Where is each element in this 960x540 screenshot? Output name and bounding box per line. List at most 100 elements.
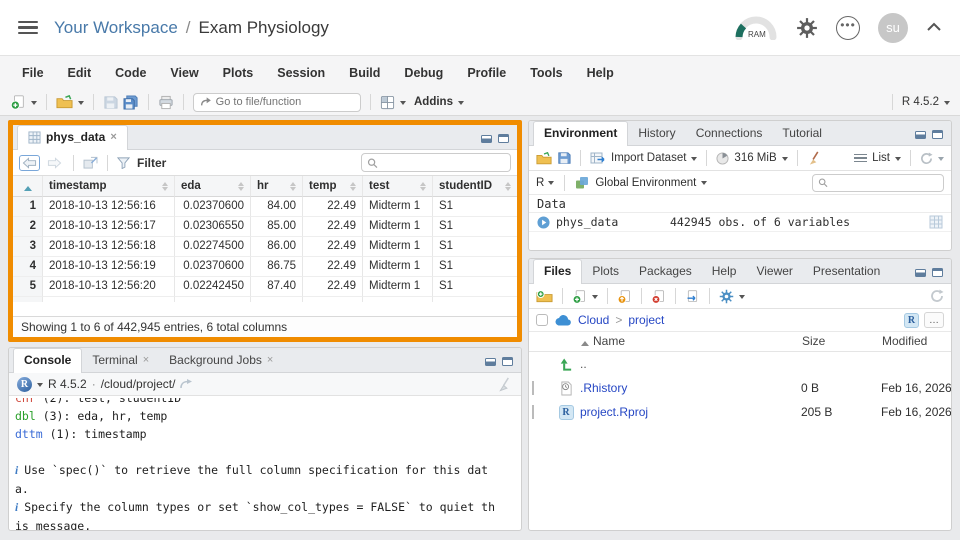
list-view-label[interactable]: List (872, 152, 890, 164)
save-workspace-icon[interactable] (557, 151, 571, 165)
refresh-files-icon[interactable] (930, 289, 944, 303)
list-view-caret[interactable] (895, 156, 901, 164)
menu-view[interactable]: View (170, 66, 198, 80)
close-tab-icon[interactable]: × (267, 354, 273, 366)
tab-terminal[interactable]: Terminal × (82, 349, 159, 372)
col-header-studentID[interactable]: studentID (433, 176, 517, 197)
table-row[interactable]: 1 2018-10-13 12:56:16 0.02370600 84.00 2… (13, 197, 517, 217)
menu-tools[interactable]: Tools (530, 66, 562, 80)
files-col-modified[interactable]: Modified (878, 334, 951, 348)
goto-file-input[interactable] (215, 96, 354, 108)
environment-search-input[interactable] (831, 176, 938, 189)
col-header-temp[interactable]: temp (303, 176, 363, 197)
close-tab-icon[interactable]: × (110, 131, 116, 143)
workspace-link[interactable]: Your Workspace (54, 18, 178, 38)
tab-background-jobs[interactable]: Background Jobs × (159, 349, 283, 372)
minimize-pane-icon[interactable] (485, 357, 496, 366)
panes-dropdown-caret[interactable] (400, 100, 406, 108)
upload-file-icon[interactable] (617, 289, 632, 304)
files-col-size[interactable]: Size (798, 334, 878, 348)
table-row[interactable]: 2 2018-10-13 12:56:17 0.02306550 85.00 2… (13, 217, 517, 237)
nav-forward-icon[interactable] (45, 156, 64, 170)
r-session-caret[interactable] (37, 382, 43, 390)
new-blank-file-icon[interactable] (572, 289, 587, 304)
table-row[interactable]: 3 2018-10-13 12:56:18 0.02274500 86.00 2… (13, 237, 517, 257)
menu-plots[interactable]: Plots (223, 66, 254, 80)
memory-usage-label[interactable]: 316 MiB (734, 152, 776, 164)
tab-connections[interactable]: Connections (686, 122, 773, 145)
menu-profile[interactable]: Profile (467, 66, 506, 80)
tab-environment[interactable]: Environment (533, 121, 629, 146)
copy-file-icon[interactable] (685, 289, 700, 304)
environment-object-row[interactable]: phys_data 442945 obs. of 6 variables (529, 213, 951, 232)
menu-debug[interactable]: Debug (404, 66, 443, 80)
breadcrumb-project-link[interactable]: project (628, 313, 664, 327)
new-folder-icon[interactable] (536, 289, 553, 303)
file-link[interactable]: project.Rproj (580, 405, 648, 419)
import-dataset-label[interactable]: Import Dataset (611, 152, 686, 164)
menu-edit[interactable]: Edit (68, 66, 92, 80)
delete-file-icon[interactable] (651, 289, 666, 304)
print-icon[interactable] (158, 95, 174, 110)
menu-code[interactable]: Code (115, 66, 146, 80)
filter-icon[interactable] (117, 156, 130, 169)
menu-build[interactable]: Build (349, 66, 380, 80)
files-more-caret[interactable] (739, 294, 745, 302)
close-tab-icon[interactable]: × (143, 354, 149, 366)
r-version-selector[interactable]: R 4.5.2 (902, 96, 950, 108)
table-row[interactable]: 4 2018-10-13 12:56:19 0.02370600 86.75 2… (13, 257, 517, 277)
table-row[interactable]: 5 2018-10-13 12:56:20 0.02242450 87.40 2… (13, 277, 517, 297)
maximize-pane-icon[interactable] (502, 357, 513, 366)
hamburger-menu-icon[interactable] (18, 20, 38, 35)
more-options-icon[interactable]: ••• (836, 15, 860, 40)
view-table-icon[interactable] (929, 215, 943, 229)
memory-caret[interactable] (781, 156, 788, 164)
menu-file[interactable]: File (22, 66, 44, 80)
more-files-button[interactable]: … (924, 312, 944, 328)
file-link[interactable]: .Rhistory (580, 381, 627, 395)
minimize-pane-icon[interactable] (915, 130, 926, 139)
col-header-hr[interactable]: hr (251, 176, 303, 197)
tab-packages[interactable]: Packages (629, 260, 702, 283)
memory-usage-icon[interactable] (716, 151, 729, 165)
minimize-pane-icon[interactable] (481, 134, 492, 143)
open-directory-arrow-icon[interactable] (180, 379, 193, 389)
file-row[interactable]: R project.Rproj 205 B Feb 16, 2026, 1 (529, 400, 951, 424)
col-header-rownum[interactable] (13, 176, 43, 197)
panes-layout-icon[interactable] (380, 95, 395, 110)
file-checkbox[interactable] (532, 381, 534, 395)
import-dataset-icon[interactable] (590, 151, 606, 165)
file-row-up[interactable]: .. (529, 352, 951, 376)
file-row[interactable]: .Rhistory 0 B Feb 16, 2026, 1 (529, 376, 951, 400)
settings-gear-icon[interactable] (796, 17, 818, 39)
save-all-icon[interactable] (123, 94, 139, 110)
table-search-input[interactable] (381, 156, 505, 169)
language-selector[interactable]: R (536, 177, 555, 189)
files-more-gear-icon[interactable] (719, 289, 734, 304)
tab-history[interactable]: History (628, 122, 685, 145)
open-file-icon[interactable] (56, 95, 73, 109)
filter-label[interactable]: Filter (137, 156, 166, 170)
maximize-pane-icon[interactable] (932, 130, 943, 139)
goto-file-search[interactable] (193, 92, 361, 112)
new-file-dropdown-caret[interactable] (31, 100, 37, 108)
import-dataset-caret[interactable] (691, 156, 698, 164)
r-logo-icon[interactable]: R (17, 376, 32, 392)
environment-search-box[interactable] (812, 173, 944, 192)
load-workspace-icon[interactable] (536, 151, 552, 165)
environment-scope-selector[interactable]: Global Environment (595, 177, 708, 189)
menu-help[interactable]: Help (587, 66, 614, 80)
tab-files[interactable]: Files (533, 259, 583, 284)
collapse-header-chevron-icon[interactable] (926, 22, 942, 33)
select-all-checkbox[interactable] (536, 314, 548, 326)
col-header-test[interactable]: test (363, 176, 433, 197)
up-directory-icon[interactable] (555, 357, 577, 371)
file-checkbox[interactable] (532, 405, 534, 419)
menu-session[interactable]: Session (277, 66, 325, 80)
tab-help[interactable]: Help (702, 260, 747, 283)
maximize-pane-icon[interactable] (498, 134, 509, 143)
files-col-name[interactable]: Name (577, 334, 798, 348)
refresh-icon[interactable] (920, 151, 933, 165)
tab-plots[interactable]: Plots (582, 260, 629, 283)
refresh-caret[interactable] (938, 156, 944, 164)
